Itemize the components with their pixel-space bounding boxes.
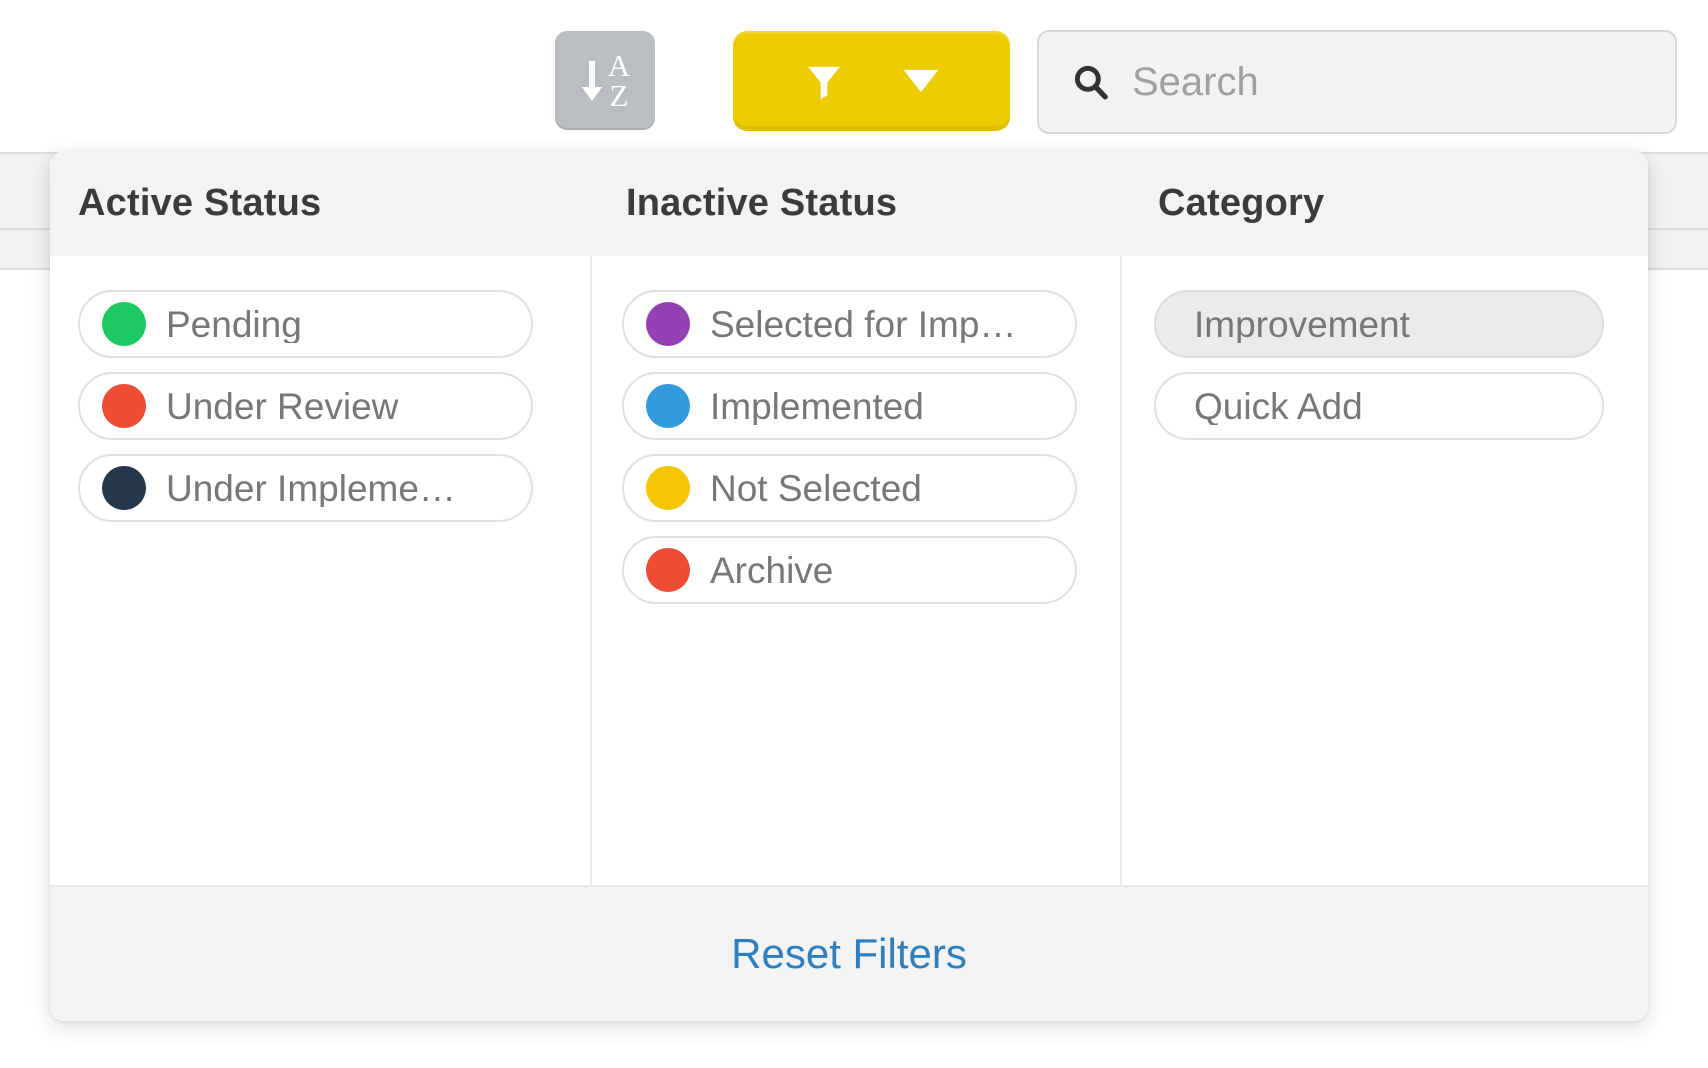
filter-column-inactive-status: Selected for Imp… Implemented Not Select…: [590, 256, 1120, 885]
status-dot-pending: [102, 302, 146, 346]
toolbar: A Z: [0, 0, 1708, 150]
filter-column-active-status: Pending Under Review Under Impleme…: [50, 256, 590, 885]
inactive-status-option-list: Selected for Imp… Implemented Not Select…: [622, 290, 1077, 604]
filter-option-selected-for-implementation[interactable]: Selected for Imp…: [622, 290, 1077, 358]
chevron-down-icon: [903, 69, 938, 93]
funnel-icon: [807, 66, 840, 100]
sort-descending-alpha-icon: A Z: [580, 48, 631, 113]
column-title-category: Category: [1158, 182, 1325, 224]
filter-option-under-implementation[interactable]: Under Impleme…: [78, 454, 533, 522]
app-root: A Z Active Status Inactive Status: [0, 0, 1708, 1068]
status-dot-under-review: [102, 384, 146, 428]
filter-option-label: Not Selected: [710, 469, 922, 507]
sort-letter-z: Z: [609, 77, 629, 113]
filter-option-label: Under Review: [166, 387, 399, 425]
filter-option-implemented[interactable]: Implemented: [622, 372, 1077, 440]
column-title-inactive-status: Inactive Status: [626, 182, 898, 224]
filter-option-label: Improvement: [1194, 305, 1410, 343]
column-title-active-status: Active Status: [78, 182, 322, 224]
filter-option-label: Implemented: [710, 387, 924, 425]
status-dot-implemented: [646, 384, 690, 428]
filter-button[interactable]: [733, 31, 1010, 131]
search-input[interactable]: [1132, 32, 1675, 132]
filter-option-archive[interactable]: Archive: [622, 536, 1077, 604]
status-dot-selected-for-implementation: [646, 302, 690, 346]
status-dot-archive: [646, 548, 690, 592]
reset-filters-button[interactable]: Reset Filters: [731, 933, 967, 975]
filter-option-not-selected[interactable]: Not Selected: [622, 454, 1077, 522]
filter-panel-body: Pending Under Review Under Impleme… Sele…: [50, 256, 1648, 885]
filter-option-quick-add[interactable]: Quick Add: [1154, 372, 1604, 440]
filter-option-label: Pending: [166, 305, 302, 343]
filter-option-under-review[interactable]: Under Review: [78, 372, 533, 440]
filter-option-label: Selected for Imp…: [710, 305, 1017, 343]
filter-option-label: Quick Add: [1194, 387, 1363, 425]
category-option-list: Improvement Quick Add: [1154, 290, 1604, 440]
search-field[interactable]: [1037, 30, 1677, 134]
filter-option-label: Under Impleme…: [166, 469, 456, 507]
sort-az-button[interactable]: A Z: [555, 31, 655, 130]
filter-option-improvement[interactable]: Improvement: [1154, 290, 1604, 358]
filter-option-pending[interactable]: Pending: [78, 290, 533, 358]
filter-dropdown-panel: Active Status Inactive Status Category P…: [50, 151, 1648, 1021]
status-dot-under-implementation: [102, 466, 146, 510]
filter-column-category: Improvement Quick Add: [1120, 256, 1646, 885]
active-status-option-list: Pending Under Review Under Impleme…: [78, 290, 533, 522]
filter-panel-footer: Reset Filters: [50, 885, 1648, 1021]
filter-option-label: Archive: [710, 551, 834, 589]
search-icon: [1074, 65, 1108, 100]
sort-letter-a: A: [607, 48, 631, 84]
filter-panel-header: Active Status Inactive Status Category: [50, 151, 1648, 256]
status-dot-not-selected: [646, 466, 690, 510]
